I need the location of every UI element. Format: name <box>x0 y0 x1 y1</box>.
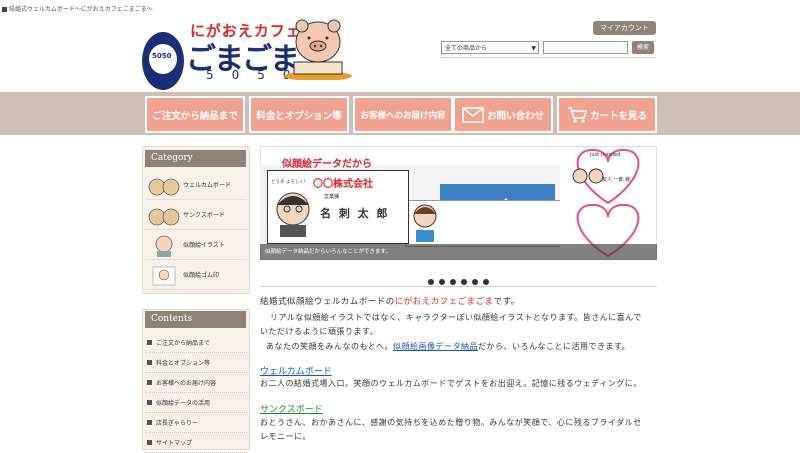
slider-dot[interactable] <box>472 279 478 285</box>
contents-item-order-flow[interactable]: ご注文から納品まで <box>145 333 247 353</box>
envelope-icon <box>462 106 484 123</box>
pig-mascot-icon <box>284 19 352 80</box>
thanks-board-text: レモニーに。 <box>260 432 311 441</box>
search-input[interactable] <box>543 41 628 54</box>
category-item-welcome-board[interactable]: ウェルカムボード <box>145 170 247 200</box>
site-logo[interactable]: 5050 にがおえカフェ ごまごま 5050 <box>142 18 354 90</box>
contents-label: サイトマップ <box>156 440 193 447</box>
category-label: ウェルカムボード <box>183 182 231 189</box>
search-button[interactable]: 検索 <box>632 41 654 54</box>
nav-label: カートを見る <box>589 110 647 122</box>
heart-frame-icon <box>572 148 640 258</box>
stamp-thumb-icon <box>152 266 176 286</box>
slider-dot[interactable] <box>461 279 467 285</box>
bullet-icon <box>147 440 152 445</box>
slider-dot[interactable] <box>428 279 434 285</box>
bullet-icon <box>147 380 152 385</box>
intro-brand: にがおえカフェごまごま <box>394 297 494 307</box>
site-tagline: 結婚式ウェルカムボード～にがおえカフェごまごま～ <box>9 6 153 13</box>
nav-order-flow[interactable]: ご注文から納品まで <box>145 96 245 133</box>
portrait-thumb-icon <box>155 235 173 257</box>
slide-business-card: どうぞ よろしく! 〇〇株式会社 営業課 名 刺 太 郎 <box>267 170 409 244</box>
nav-label: ご注文から納品まで <box>152 110 238 122</box>
category-label: 似顔絵ゴム印 <box>183 272 220 279</box>
contents-label: 似顔絵データの活用 <box>156 400 211 407</box>
contents-label: 店長ぎゃらりー <box>156 420 198 427</box>
contents-item-gallery[interactable]: 店長ぎゃらりー <box>145 413 247 433</box>
nav-pricing[interactable]: 料金とオプション等 <box>249 96 349 133</box>
category-item-portrait[interactable]: 似顔絵イラスト <box>145 230 247 260</box>
search-select-value: 全ての商品から <box>445 45 488 52</box>
search-category-select[interactable]: 全ての商品から ▼ <box>441 41 539 54</box>
bullet-icon <box>147 340 152 345</box>
thanks-board-text: おとうさん、おかあさんに、感謝の気持ちを込めた贈り物。みんなが笑顔で、心に残るブ… <box>260 418 642 427</box>
category-label: 似顔絵イラスト <box>183 242 225 249</box>
contents-item-delivery[interactable]: お客様へのお届け内容 <box>145 373 247 393</box>
intro-line: 結婚式似顔絵ウェルカムボードのにがおえカフェごまごまです。 <box>260 295 520 307</box>
line4-prefix: あなたの笑顔をみんなのもとへ。 <box>266 342 393 351</box>
data-delivery-line: あなたの笑顔をみんなのもとへ。似顔絵画像データ納品だから、いろんなことに活用でき… <box>266 341 630 352</box>
thanks-board-heading-link[interactable]: サンクスボード <box>260 402 323 415</box>
search-button-label: 検索 <box>636 44 649 51</box>
contents-title: Contents <box>145 311 246 328</box>
nav-label: お客様へのお届け内容 <box>360 110 446 121</box>
card-dept: 営業課 <box>324 194 340 200</box>
welcome-board-text: お二人の結婚式場入口。笑顔のウェルカムボードでゲストをお出迎え。記憶に残るウェデ… <box>260 379 642 388</box>
slider-dot[interactable] <box>439 279 445 285</box>
portrait-face-icon <box>276 192 310 237</box>
contents-item-sitemap[interactable]: サイトマップ <box>145 433 247 453</box>
contents-label: お客様へのお届け内容 <box>156 380 217 387</box>
nav-contact[interactable]: お問い合わせ <box>453 96 553 133</box>
category-item-thanks-board[interactable]: サンクスボード <box>145 200 247 230</box>
intro-suffix: です。 <box>493 297 520 307</box>
category-item-stamp[interactable]: 似顔絵ゴム印 <box>145 260 247 290</box>
contents-item-data-use[interactable]: 似顔絵データの活用 <box>145 393 247 413</box>
line4-suffix: だから、いろんなことに活用できます。 <box>477 342 631 351</box>
bullet-icon <box>147 360 152 365</box>
coffee-cup-icon: 5050 <box>142 32 184 90</box>
header-divider <box>441 57 656 58</box>
card-greeting: どうぞ よろしく! <box>271 180 306 185</box>
category-label: サンクスボード <box>183 212 225 219</box>
slide-just-married-card: just married 友人 一郎 様 <box>560 148 656 258</box>
content-divider <box>260 286 657 287</box>
chevron-down-icon: ▼ <box>531 45 536 52</box>
contents-item-pricing[interactable]: 料金とオプション等 <box>145 353 247 373</box>
bullet-icon <box>147 400 152 405</box>
contents-label: 料金とオプション等 <box>156 360 211 367</box>
card-company: 〇〇株式会社 <box>313 179 373 190</box>
my-account-button[interactable]: マイアカウント <box>593 21 656 35</box>
bullet-icon <box>2 7 7 12</box>
just-married-name: 友人 一郎 様 <box>602 177 631 183</box>
category-title: Category <box>145 150 246 167</box>
slider-dot[interactable] <box>450 279 456 285</box>
welcome-board-thumb-icon <box>148 178 180 196</box>
slide-caption: 似顔絵データ納品だからいろんなことができます。 <box>260 244 657 260</box>
my-account-label: マイアカウント <box>600 24 649 32</box>
intro-paragraph-line: いただけるように頑張ります。 <box>260 327 379 336</box>
nav-label: 料金とオプション等 <box>256 110 342 122</box>
woman-portrait-icon <box>413 204 437 242</box>
contents-label: ご注文から納品まで <box>156 340 211 347</box>
cup-text: 5050 <box>152 52 172 60</box>
intro-prefix: 結婚式似顔絵ウェルカムボードの <box>260 297 395 307</box>
nav-delivery[interactable]: お客様へのお届け内容 <box>353 96 453 133</box>
nav-cart[interactable]: カートを見る <box>557 96 657 133</box>
thanks-board-thumb-icon <box>148 208 180 226</box>
cart-icon <box>567 106 587 123</box>
just-married-title: just married <box>590 152 621 158</box>
card-name: 名 刺 太 郎 <box>320 207 390 220</box>
bullet-icon <box>147 420 152 425</box>
welcome-board-heading-link[interactable]: ウェルカムボード <box>260 364 332 377</box>
intro-paragraph-line: リアルな似顔絵イラストではなく、キャラクターぽい似顔絵イラストとなります。皆さん… <box>270 313 642 322</box>
site-breadcrumb: 結婚式ウェルカムボード～にがおえカフェごまごま～ <box>2 4 153 13</box>
nav-label: お問い合わせ <box>486 110 544 122</box>
slider-dot[interactable] <box>483 279 489 285</box>
data-delivery-link[interactable]: 似顔絵画像データ納品 <box>393 342 478 351</box>
slide-title: 似顔絵データだから <box>282 159 372 170</box>
